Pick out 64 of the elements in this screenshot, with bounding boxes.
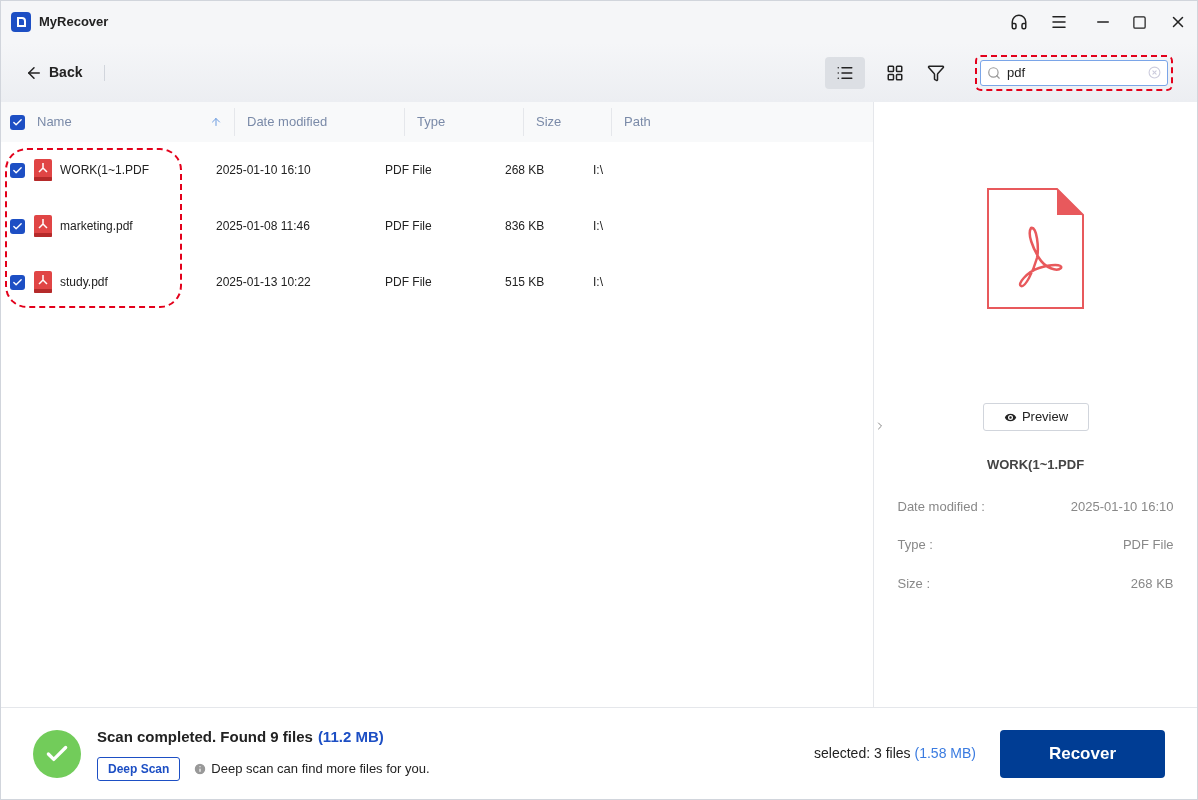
recover-button[interactable]: Recover (1000, 729, 1165, 778)
selected-file-name: WORK(1~1.PDF (986, 456, 1085, 474)
size-cell-text: 836 KB (505, 218, 546, 235)
selected-size-text: (1.58 MB) (914, 744, 976, 763)
scan-size-text: (11.2 MB) (317, 727, 384, 748)
date-cell-text: 2025-01-10 16:10 (216, 162, 312, 179)
detail-label: Size : (897, 574, 930, 593)
check-icon (12, 116, 23, 128)
size-cell-text: 515 KB (505, 274, 546, 291)
support-icon[interactable] (1010, 13, 1028, 31)
menu-icon[interactable] (1050, 13, 1068, 31)
back-button[interactable]: Back (25, 62, 83, 83)
column-label: Path (624, 113, 651, 132)
scan-status-text: Scan completed. Found 9 files (97, 727, 313, 748)
app-logo-icon (11, 12, 31, 32)
list-view-button[interactable] (825, 56, 865, 89)
deep-scan-button[interactable]: Deep Scan (97, 756, 181, 781)
preview-button[interactable]: Preview (982, 403, 1089, 431)
checkbox[interactable] (10, 274, 25, 290)
file-name: marketing.pdf (60, 218, 134, 235)
path-cell-text: I:\ (593, 218, 603, 235)
type-cell-text: PDF File (385, 218, 433, 235)
detail-label: Date modified : (897, 497, 985, 516)
detail-value: 268 KB (1130, 574, 1174, 593)
date-cell-text: 2025-01-08 11:46 (216, 218, 311, 235)
filter-icon[interactable] (927, 63, 945, 82)
check-icon (12, 164, 23, 176)
path-cell-text: I:\ (593, 162, 603, 179)
pdf-file-icon (34, 159, 52, 181)
check-icon (12, 276, 23, 288)
pdf-file-icon (34, 271, 52, 293)
checkbox[interactable] (10, 162, 25, 178)
sort-arrow-icon (210, 116, 222, 128)
grid-view-icon (886, 63, 904, 82)
window-title: MyRecover (39, 13, 109, 32)
pdf-document-icon (987, 188, 1084, 309)
pdf-file-icon (34, 215, 52, 237)
column-label: Size (536, 113, 562, 132)
maximize-icon[interactable] (1132, 14, 1147, 30)
search-input[interactable]: pdf (1007, 62, 1148, 83)
column-label: Date modified (247, 113, 328, 132)
path-cell-text: I:\ (593, 274, 603, 291)
hint-text: Deep scan can find more files for you. (211, 760, 430, 778)
type-cell-text: PDF File (385, 162, 433, 179)
file-row[interactable]: WORK(1~1.PDF 2025-01-10 16:10 PDF File 268 KB I:\ (1, 142, 873, 198)
file-row[interactable]: study.pdf 2025-01-13 10:22 PDF File 515 KB I:\ (1, 254, 873, 310)
selected-count-text: selected: 3 files (814, 744, 911, 763)
file-name: study.pdf (60, 274, 109, 291)
check-icon (12, 220, 23, 232)
info-icon (193, 761, 208, 776)
search-icon (987, 65, 1001, 80)
detail-label: Type : (897, 536, 933, 554)
checkbox[interactable] (10, 218, 25, 234)
column-label: Name (37, 113, 72, 132)
detail-value: 2025-01-10 16:10 (1070, 497, 1174, 516)
detail-value: PDF File (1122, 536, 1174, 554)
type-cell-text: PDF File (385, 274, 433, 291)
size-cell-text: 268 KB (505, 162, 546, 179)
column-label: Type (417, 113, 446, 132)
date-cell-text: 2025-01-13 10:22 (216, 274, 312, 291)
search-box[interactable]: pdf (980, 59, 1168, 86)
file-row[interactable]: marketing.pdf 2025-01-08 11:46 PDF File 836 KB I:\ (1, 198, 873, 254)
file-name: WORK(1~1.PDF (60, 162, 150, 179)
checkbox[interactable] (10, 114, 25, 130)
